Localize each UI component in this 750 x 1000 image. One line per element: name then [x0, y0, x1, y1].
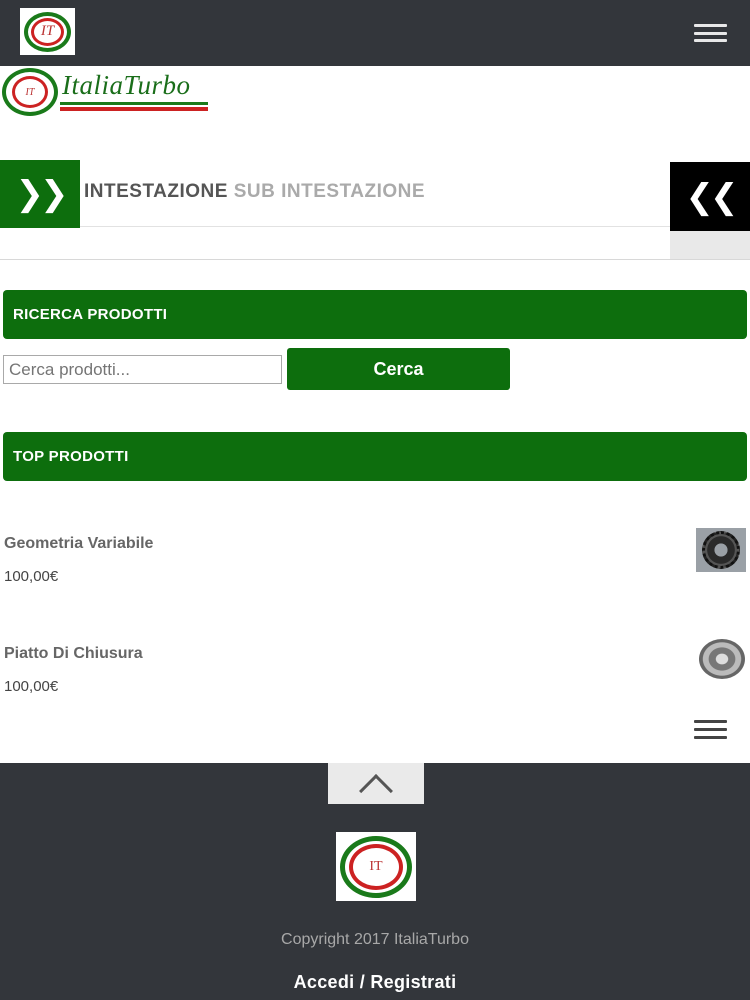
site-logo[interactable]: IT — [20, 8, 75, 55]
footer-emblem-icon: IT — [340, 835, 412, 898]
brand-stripes — [60, 102, 208, 113]
auth-separator: / — [359, 972, 366, 992]
search-button[interactable]: Cerca — [287, 348, 510, 390]
search-input[interactable] — [3, 355, 282, 384]
closing-plate-part-thumbnail[interactable] — [698, 638, 746, 680]
double-chevron-right-icon[interactable]: ❯❯ — [0, 160, 80, 228]
product-price: 100,00€ — [4, 568, 59, 585]
register-link[interactable]: Registrati — [370, 972, 456, 992]
brand-logo[interactable]: IT ItaliaTurbo — [2, 68, 212, 118]
double-chevron-left-icon[interactable]: ❮❮ — [670, 162, 750, 231]
brand-name: ItaliaTurbo — [62, 70, 191, 100]
hamburger-menu-icon[interactable] — [694, 24, 727, 42]
panel-toggle-shadow — [670, 231, 750, 259]
search-section-header: RICERCA PRODOTTI — [3, 290, 747, 339]
chevron-up-icon — [359, 773, 393, 808]
heading-title: INTESTAZIONE — [84, 181, 228, 202]
product-price: 100,00€ — [4, 678, 59, 695]
top-navbar: IT — [0, 0, 750, 66]
product-name[interactable]: Geometria Variabile — [4, 535, 153, 553]
footer-logo[interactable]: IT — [336, 832, 416, 901]
brand-emblem-icon: IT — [2, 68, 58, 116]
section-divider — [0, 259, 750, 260]
copyright-text: Copyright 2017 ItaliaTurbo — [281, 931, 469, 948]
turbo-geometry-part-thumbnail[interactable] — [696, 528, 746, 572]
login-link[interactable]: Accedi — [294, 972, 355, 992]
top-products-header: TOP PRODOTTI — [3, 432, 747, 481]
back-to-top-button[interactable] — [328, 763, 424, 808]
product-name[interactable]: Piatto Di Chiusura — [4, 645, 143, 663]
logo-emblem-icon: IT — [24, 11, 71, 52]
auth-links: Accedi / Registrati — [0, 972, 750, 993]
heading-divider — [80, 226, 670, 227]
page-title: INTESTAZIONE SUB INTESTAZIONE — [84, 181, 425, 203]
list-menu-icon[interactable] — [694, 720, 727, 739]
heading-subtitle: SUB INTESTAZIONE — [233, 181, 426, 202]
